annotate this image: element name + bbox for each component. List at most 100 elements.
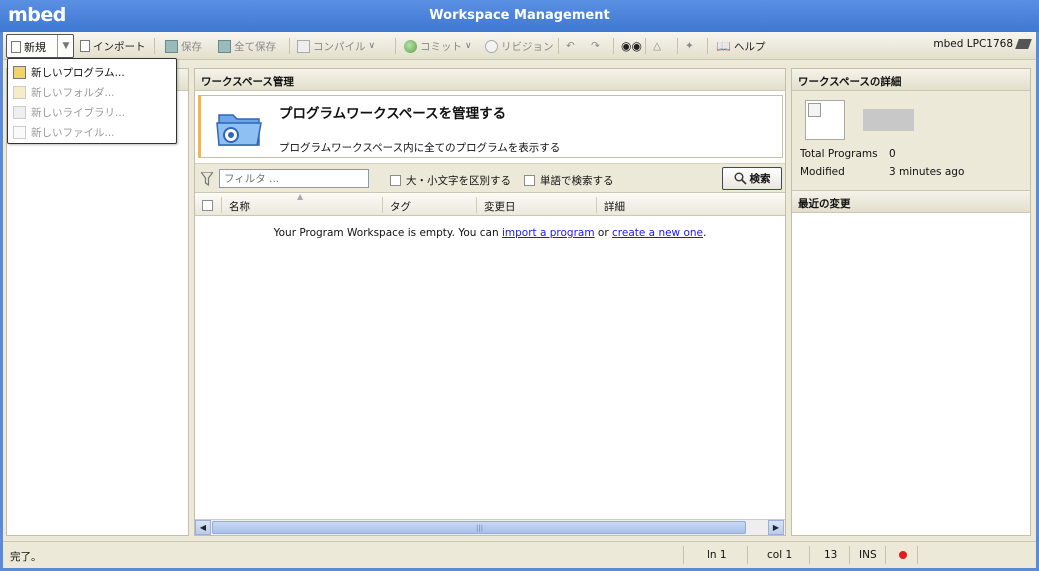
- search-button-label: 検索: [749, 173, 771, 185]
- title-bar: mbed Workspace Management: [0, 0, 1039, 32]
- window-title: Workspace Management: [429, 8, 610, 23]
- empty-workspace-message: Your Program Workspace is empty. You can…: [195, 227, 785, 239]
- new-library-icon: [13, 105, 26, 119]
- search-icon: [734, 172, 747, 185]
- empty-message-suffix: .: [703, 227, 707, 239]
- toolbar-divider: [558, 38, 559, 54]
- status-divider: [683, 546, 684, 564]
- checkbox-box[interactable]: [524, 175, 535, 186]
- status-divider: [917, 546, 918, 564]
- workspace-image: [805, 100, 845, 140]
- folder-gear-icon: [216, 114, 262, 146]
- toolbar-divider: [677, 38, 678, 54]
- menu-item-new-file[interactable]: 新しいファイル...: [8, 122, 176, 142]
- revision-label: リビジョン: [501, 40, 554, 53]
- menu-item-label: 新しいファイル...: [31, 126, 115, 139]
- save-all-icon: [218, 39, 231, 53]
- save-all-label: 全て保存: [234, 40, 276, 53]
- sort-arrow-icon: ▲: [297, 192, 304, 201]
- menu-item-new-library[interactable]: 新しいライブラリ...: [8, 102, 176, 122]
- commit-button[interactable]: コミット ∨: [404, 37, 472, 55]
- import-icon: [80, 40, 90, 52]
- column-header-name[interactable]: 名称: [229, 199, 250, 214]
- status-bar: 完了。 ln 1 col 1 13 INS: [3, 541, 1036, 568]
- column-header-modified[interactable]: 変更日: [484, 199, 516, 214]
- create-program-link[interactable]: create a new one: [612, 227, 703, 239]
- new-program-icon: [13, 65, 26, 79]
- undo-button[interactable]: ↶: [566, 37, 575, 55]
- checkbox-box[interactable]: [390, 175, 401, 186]
- toolbar-divider: [395, 38, 396, 54]
- menu-item-new-folder[interactable]: 新しいフォルダ...: [8, 82, 176, 102]
- new-dropdown-menu: 新しいプログラム... 新しいフォルダ... 新しいライブラリ... 新しいファ…: [7, 58, 177, 144]
- column-header-tags[interactable]: タグ: [390, 199, 411, 214]
- table-header: 名称 ▲ タグ 変更日 詳細: [195, 192, 785, 216]
- total-programs-value: 0: [889, 148, 896, 160]
- scroll-left-button[interactable]: ◀: [195, 520, 211, 535]
- workspace-details: Total Programs 0 Modified 3 minutes ago: [792, 91, 1030, 191]
- commit-label: コミット: [420, 40, 462, 53]
- select-all-checkbox[interactable]: [202, 200, 213, 211]
- workspace-details-header: ワークスペースの詳細: [792, 69, 1030, 91]
- import-button[interactable]: インポート: [80, 37, 146, 55]
- device-selector[interactable]: mbed LPC1768: [933, 38, 1032, 50]
- column-divider: [596, 197, 597, 213]
- menu-item-new-program[interactable]: 新しいプログラム...: [8, 62, 176, 82]
- status-divider: [809, 546, 810, 564]
- filter-bar: 大・小文字を区別する 単語で検索する 検索: [195, 163, 785, 193]
- workspace-details-panel: ワークスペースの詳細 Total Programs 0 Modified 3 m…: [791, 68, 1031, 536]
- toolbar-divider: [289, 38, 290, 54]
- device-chip-icon: [1015, 39, 1032, 49]
- column-divider: [382, 197, 383, 213]
- broken-image-icon: [808, 103, 821, 117]
- new-button[interactable]: 新規 ▼: [6, 34, 74, 58]
- status-divider: [849, 546, 850, 564]
- case-sensitive-checkbox[interactable]: 大・小文字を区別する: [390, 173, 511, 188]
- pack-button[interactable]: △: [653, 37, 661, 55]
- whole-word-label: 単語で検索する: [540, 175, 614, 187]
- status-insert-mode: INS: [859, 549, 877, 561]
- toolbar-divider: [613, 38, 614, 54]
- find-button[interactable]: ◉◉: [621, 37, 642, 55]
- save-button[interactable]: 保存: [165, 37, 202, 55]
- toolbar-divider: [154, 38, 155, 54]
- record-indicator-icon: [899, 551, 907, 559]
- menu-item-label: 新しいフォルダ...: [31, 86, 115, 99]
- empty-message-middle: or: [594, 227, 612, 239]
- scroll-right-button[interactable]: ▶: [768, 520, 784, 535]
- recent-changes-header: 最近の変更: [792, 191, 1030, 213]
- save-label: 保存: [181, 40, 202, 53]
- save-all-button[interactable]: 全て保存: [218, 37, 276, 55]
- new-document-icon: [11, 41, 21, 53]
- toolbar-divider: [707, 38, 708, 54]
- workspace-banner: プログラムワークスペースを管理する プログラムワークスペース内に全てのプログラム…: [198, 95, 783, 158]
- status-divider: [885, 546, 886, 564]
- compile-label: コンパイル: [313, 40, 366, 53]
- new-dropdown-arrow[interactable]: ▼: [57, 35, 74, 57]
- help-button[interactable]: 📖 ヘルプ: [716, 37, 765, 55]
- chevron-down-icon: ∨: [368, 41, 376, 51]
- status-divider: [747, 546, 748, 564]
- filter-icon: [201, 172, 213, 186]
- revision-button[interactable]: リビジョン: [485, 37, 554, 55]
- new-file-icon: [13, 125, 26, 139]
- whole-word-checkbox[interactable]: 単語で検索する: [524, 173, 614, 188]
- workspace-panel-header: ワークスペース管理: [195, 69, 785, 91]
- redo-button[interactable]: ↷: [591, 37, 600, 55]
- banner-title: プログラムワークスペースを管理する: [279, 106, 507, 122]
- status-number: 13: [824, 549, 838, 561]
- case-sensitive-label: 大・小文字を区別する: [406, 175, 511, 187]
- column-header-details[interactable]: 詳細: [604, 199, 625, 214]
- chevron-down-icon: ▼: [62, 41, 70, 51]
- import-program-link[interactable]: import a program: [502, 227, 595, 239]
- save-icon: [165, 39, 178, 53]
- compile-button[interactable]: コンパイル ∨: [297, 37, 375, 55]
- scrollbar-thumb[interactable]: |||: [212, 521, 746, 534]
- filter-input[interactable]: [219, 169, 369, 188]
- column-divider: [476, 197, 477, 213]
- tools-button[interactable]: ✦: [685, 37, 694, 55]
- status-line: ln 1: [707, 549, 727, 561]
- device-label: mbed LPC1768: [933, 38, 1013, 50]
- horizontal-scrollbar[interactable]: ◀ ||| ▶: [195, 519, 785, 535]
- search-button[interactable]: 検索: [722, 167, 782, 190]
